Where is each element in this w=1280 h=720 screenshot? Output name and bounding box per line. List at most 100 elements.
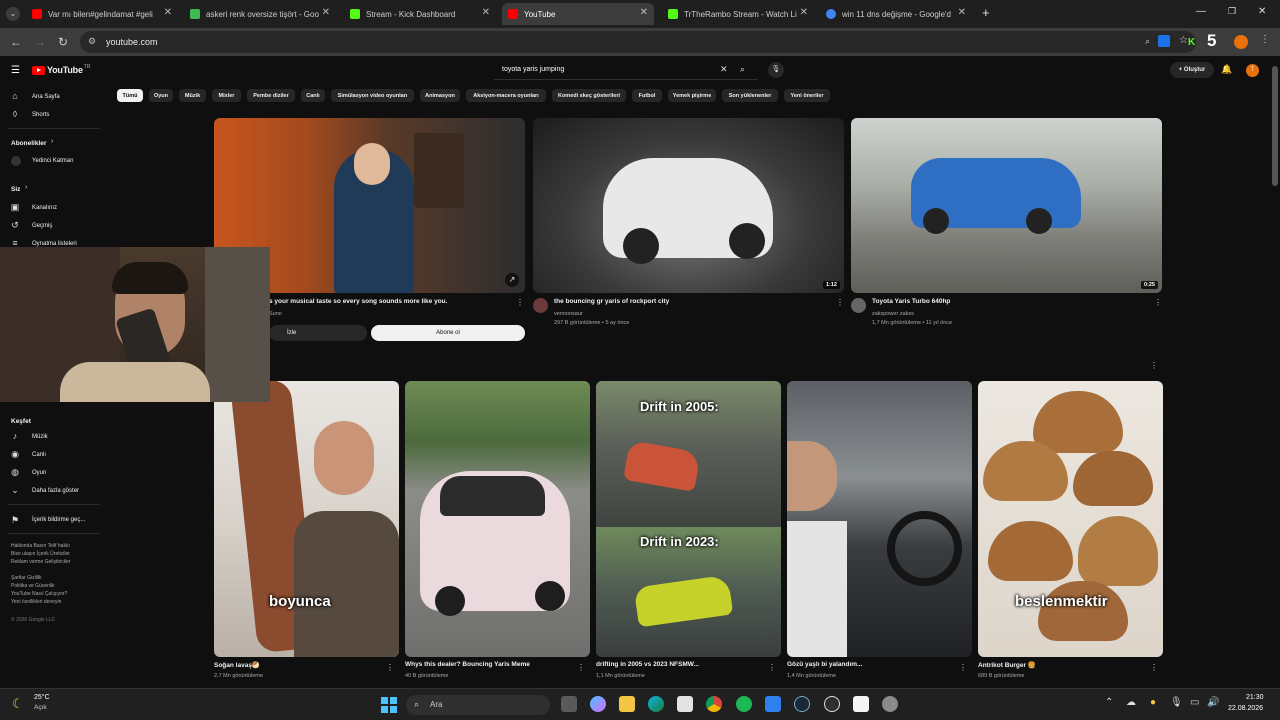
copilot-icon[interactable] bbox=[590, 696, 606, 712]
search-input[interactable]: toyota yaris jumping bbox=[502, 66, 564, 73]
short-thumbnail-onion-lavash[interactable]: boyunca bbox=[214, 381, 399, 657]
tab-search-button[interactable]: ⌄ bbox=[6, 7, 20, 21]
file-explorer-icon[interactable] bbox=[619, 696, 635, 712]
footer-links-5[interactable]: Politika ve Güvenlik bbox=[11, 583, 55, 589]
subscribe-button[interactable]: Abone ol bbox=[371, 325, 525, 341]
tab-5[interactable]: win 11 dns değişme - Google'd ✕ bbox=[820, 3, 972, 25]
footer-links-2[interactable]: Bize ulaşın İçerik Üreticiler bbox=[11, 551, 70, 557]
footer-links-7[interactable]: Yeni özellikleri deneyin bbox=[11, 599, 61, 605]
close-tab-icon[interactable]: ✕ bbox=[640, 7, 648, 18]
spotify-icon[interactable] bbox=[736, 696, 752, 712]
reload-icon[interactable]: ↻ bbox=[58, 35, 68, 49]
sidebar-item-gaming[interactable]: Oyun bbox=[32, 470, 46, 476]
create-button[interactable]: + Oluştur bbox=[1170, 62, 1214, 78]
sidebar-item-shorts[interactable]: Shorts bbox=[32, 112, 49, 118]
chip-animation[interactable]: Animasyon bbox=[420, 89, 460, 102]
hamburger-menu-icon[interactable]: ☰ bbox=[11, 65, 20, 76]
short-thumbnail-bouncing-yaris[interactable] bbox=[405, 381, 590, 657]
short-thumbnail-drift[interactable]: Drift in 2005: Drift in 2023: bbox=[596, 381, 781, 657]
edge-icon[interactable] bbox=[648, 696, 664, 712]
cloud-icon[interactable]: ☁ bbox=[1126, 697, 1136, 708]
tray-app-icon[interactable]: ● bbox=[1150, 697, 1156, 708]
address-bar[interactable]: ⚙ youtube.com ⌕ ☆ bbox=[80, 31, 1196, 53]
short-title[interactable]: Antrikot Burger 🍔 bbox=[978, 661, 1036, 669]
chip-soap-operas[interactable]: Pembe diziler bbox=[247, 89, 295, 102]
close-tab-icon[interactable]: ✕ bbox=[958, 7, 966, 18]
scrollbar-thumb[interactable] bbox=[1272, 66, 1278, 186]
close-tab-icon[interactable]: ✕ bbox=[164, 7, 172, 18]
microphone-icon[interactable]: 🎙 bbox=[1170, 697, 1183, 708]
notifications-bell-icon[interactable]: 🔔 bbox=[1221, 64, 1232, 75]
translate-icon[interactable] bbox=[1158, 35, 1170, 47]
channel-avatar[interactable] bbox=[533, 298, 548, 313]
short-title[interactable]: Whys this dealer? Bouncing Yaris Meme bbox=[405, 661, 530, 668]
youtube-avatar[interactable]: T bbox=[1246, 64, 1259, 77]
chip-football[interactable]: Futbol bbox=[632, 89, 662, 102]
tab-1[interactable]: askeri renk oversize tişört - Goo ✕ bbox=[184, 3, 336, 25]
task-view-icon[interactable] bbox=[561, 696, 577, 712]
weather-moon-icon[interactable]: ☾ bbox=[12, 696, 24, 712]
settings-icon[interactable] bbox=[882, 696, 898, 712]
short-title[interactable]: Soğan lavaş🥙 bbox=[214, 661, 260, 669]
maximize-button[interactable]: ❐ bbox=[1228, 6, 1236, 17]
close-window-button[interactable]: ✕ bbox=[1258, 6, 1266, 17]
sidebar-you-heading[interactable]: Siz bbox=[11, 186, 20, 193]
short-thumbnail-burger[interactable]: beslenmektir bbox=[978, 381, 1163, 657]
clock-time[interactable]: 21:30 bbox=[1246, 694, 1264, 701]
youtube-logo[interactable]: YouTube TR bbox=[32, 64, 90, 75]
obs-icon[interactable] bbox=[824, 696, 840, 712]
short-thumbnail-driving[interactable] bbox=[787, 381, 972, 657]
sidebar-item-live[interactable]: Canlı bbox=[32, 452, 46, 458]
more-options-icon[interactable]: ⋮ bbox=[1150, 663, 1158, 672]
footer-links-3[interactable]: Reklam verme Geliştiriciler bbox=[11, 559, 70, 565]
sidebar-item-channel[interactable]: Yedinci Katman bbox=[32, 158, 73, 164]
channel-avatar[interactable] bbox=[851, 298, 866, 313]
sidebar-item-history[interactable]: Geçmiş bbox=[32, 223, 52, 229]
bookmark-star-icon[interactable]: ☆ bbox=[1179, 35, 1188, 46]
video-title[interactable]: s your musical taste so every song sound… bbox=[269, 298, 509, 305]
chip-cooking[interactable]: Yemek pişirme bbox=[668, 89, 716, 102]
close-tab-icon[interactable]: ✕ bbox=[800, 7, 808, 18]
back-icon[interactable]: ← bbox=[10, 35, 22, 49]
sidebar-item-home[interactable]: Ana Sayfa bbox=[32, 94, 60, 100]
forward-icon[interactable]: → bbox=[34, 35, 46, 49]
more-options-icon[interactable]: ⋮ bbox=[836, 298, 844, 307]
close-tab-icon[interactable]: ✕ bbox=[482, 7, 490, 18]
watch-button[interactable]: İzle bbox=[269, 325, 367, 341]
sidebar-item-music[interactable]: Müzik bbox=[32, 434, 48, 440]
profile-avatar[interactable] bbox=[1234, 35, 1248, 49]
short-title[interactable]: drifting in 2005 vs 2023 NFSMW... bbox=[596, 661, 699, 668]
sidebar-show-more[interactable]: Daha fazla göster bbox=[32, 488, 79, 494]
chip-music[interactable]: Müzik bbox=[179, 89, 206, 102]
chip-gaming[interactable]: Oyun bbox=[149, 89, 173, 102]
notes-icon[interactable] bbox=[853, 696, 869, 712]
video-thumbnail-yaris-turbo[interactable]: 0:25 bbox=[851, 118, 1162, 293]
video-thumbnail-gr-yaris[interactable]: 1:12 bbox=[533, 118, 844, 293]
search-icon[interactable]: ⌕ bbox=[740, 64, 745, 75]
mail-icon[interactable] bbox=[765, 696, 781, 712]
video-title[interactable]: the bouncing gr yaris of rockport city bbox=[554, 298, 669, 305]
chip-recently-uploaded[interactable]: Son yüklenenler bbox=[722, 89, 778, 102]
page-scrollbar[interactable] bbox=[1270, 56, 1280, 688]
chevron-up-icon[interactable]: ⌃ bbox=[1105, 697, 1113, 708]
zoom-icon[interactable]: ⌕ bbox=[1145, 36, 1150, 47]
start-button[interactable] bbox=[381, 697, 397, 713]
video-channel[interactable]: vennonsaur bbox=[554, 311, 583, 317]
external-link-icon[interactable]: ↗ bbox=[505, 273, 519, 287]
more-options-icon[interactable]: ⋮ bbox=[768, 663, 776, 672]
minimize-button[interactable]: — bbox=[1196, 6, 1206, 17]
voice-search-icon[interactable]: 🎙 bbox=[768, 62, 784, 78]
sidebar-subscriptions-heading[interactable]: Abonelikler bbox=[11, 140, 46, 147]
footer-links-6[interactable]: YouTube Nasıl Çalışıyor? bbox=[11, 591, 67, 597]
chip-comedy-sketches[interactable]: Komedi skeç gösterileri bbox=[552, 89, 626, 102]
chip-new-to-you[interactable]: Yeni öneriler bbox=[784, 89, 830, 102]
chip-simulation-games[interactable]: Simülasyon video oyunları bbox=[331, 89, 414, 102]
kick-extension-icon[interactable]: K bbox=[1188, 37, 1195, 48]
more-options-icon[interactable]: ⋮ bbox=[1154, 298, 1162, 307]
volume-icon[interactable]: 🔊 bbox=[1207, 697, 1219, 708]
clock-date[interactable]: 22.08.2026 bbox=[1228, 705, 1263, 712]
tab-3-active[interactable]: YouTube ✕ bbox=[502, 3, 654, 25]
network-icon[interactable]: ▭ bbox=[1190, 697, 1199, 708]
chrome-icon[interactable] bbox=[706, 696, 722, 712]
weather-temp[interactable]: 25°C bbox=[34, 694, 50, 701]
